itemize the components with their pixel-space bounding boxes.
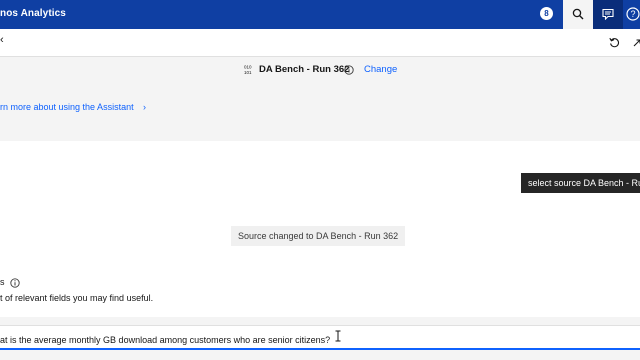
help-icon: ? bbox=[626, 7, 640, 21]
notification-badge[interactable]: 8 bbox=[540, 7, 553, 20]
app-title: nos Analytics bbox=[0, 8, 66, 19]
svg-text:?: ? bbox=[630, 9, 635, 19]
learn-more-panel: rn more about using the Assistant › bbox=[0, 83, 640, 141]
text-cursor-icon bbox=[335, 330, 341, 342]
expand-icon[interactable] bbox=[633, 37, 640, 48]
question-input-text[interactable]: at is the average monthly GB download am… bbox=[0, 335, 330, 345]
relevant-fields-description: t of relevant fields you may find useful… bbox=[0, 293, 154, 303]
relevant-fields-title: s bbox=[0, 277, 5, 287]
help-button[interactable]: ? bbox=[623, 0, 640, 29]
learn-more-link[interactable]: rn more about using the Assistant bbox=[0, 102, 134, 112]
question-input-area: at is the average monthly GB download am… bbox=[0, 317, 640, 360]
chevron-right-icon[interactable]: › bbox=[143, 102, 146, 112]
assistant-toolbar: ‹ bbox=[0, 29, 640, 57]
user-message-bubble: select source DA Bench - Ru bbox=[521, 173, 640, 193]
top-header: nos Analytics 8 ? bbox=[0, 0, 640, 29]
assistant-chat-button[interactable] bbox=[593, 0, 623, 29]
reset-icon[interactable] bbox=[609, 37, 620, 48]
search-button[interactable] bbox=[563, 0, 593, 29]
back-button[interactable]: ‹ bbox=[0, 34, 4, 46]
source-name: DA Bench - Run 362 bbox=[259, 64, 350, 75]
data-module-icon: 010 101 bbox=[244, 65, 252, 76]
change-source-link[interactable]: Change bbox=[364, 64, 397, 75]
source-bar: 010 101 DA Bench - Run 362 Change bbox=[0, 57, 640, 84]
svg-text:101: 101 bbox=[244, 70, 252, 75]
svg-text:010: 010 bbox=[244, 65, 252, 70]
info-icon[interactable] bbox=[344, 65, 354, 75]
chat-icon bbox=[602, 8, 614, 20]
search-icon bbox=[572, 8, 584, 20]
info-icon[interactable] bbox=[10, 278, 20, 288]
source-changed-notice: Source changed to DA Bench - Run 362 bbox=[231, 226, 406, 246]
